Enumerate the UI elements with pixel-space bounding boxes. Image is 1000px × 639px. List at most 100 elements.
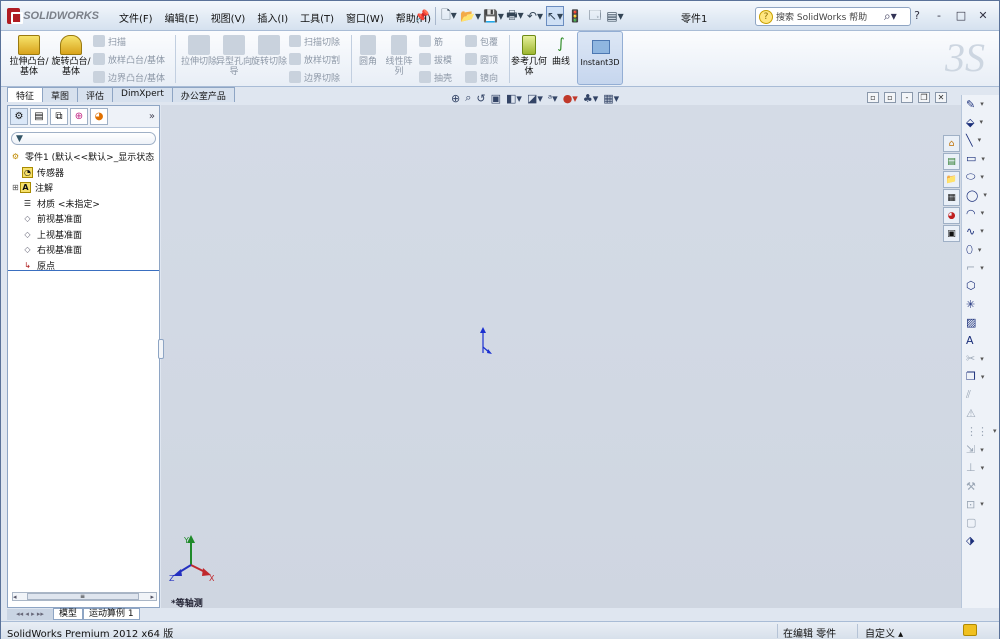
linear-pattern-button[interactable]: 线性阵列 xyxy=(383,35,415,77)
menu-insert[interactable]: 插入(I) xyxy=(251,10,294,25)
revolve-cut-button[interactable]: 旋转切除 xyxy=(249,35,289,67)
solidworks-resources-icon[interactable]: ⌂ xyxy=(943,135,960,152)
viewport-split-icon[interactable]: ▫ xyxy=(884,92,896,103)
viewport-restore-icon[interactable]: ❐ xyxy=(918,92,930,103)
zoom-to-area-icon[interactable]: ⌕ xyxy=(465,91,471,105)
configurationmanager-tab-icon[interactable]: ⧉ xyxy=(50,108,68,125)
tree-root-part[interactable]: ⚙ 零件1 (默认<<默认>_显示状态 xyxy=(10,149,159,165)
tree-item-top-plane[interactable]: ◇ 上视基准面 xyxy=(10,227,159,243)
file-explorer-icon[interactable]: 📁 xyxy=(943,171,960,188)
mirror-button[interactable]: 镜向 xyxy=(465,69,498,85)
ellipse-tool-icon[interactable]: ⬯ ▾ xyxy=(962,241,999,259)
scroll-left-icon[interactable]: ◂ xyxy=(13,593,17,601)
display-delete-relations-icon[interactable]: ⊥ ▾ xyxy=(962,459,999,477)
close-button[interactable]: ✕ xyxy=(975,7,991,23)
displaymanager-tab-icon[interactable]: ◕ xyxy=(90,108,108,125)
featuremanager-tab-icon[interactable]: ⚙ xyxy=(10,108,28,125)
previous-view-icon[interactable]: ↺ xyxy=(476,92,485,105)
tree-item-front-plane[interactable]: ◇ 前视基准面 xyxy=(10,211,159,227)
menu-view[interactable]: 视图(V) xyxy=(205,10,252,25)
appearances-scenes-icon[interactable]: ◕ xyxy=(943,207,960,224)
instant3d-button[interactable]: Instant3D xyxy=(577,31,623,85)
lofted-cut-button[interactable]: 放样切割 xyxy=(289,51,340,67)
rib-button[interactable]: 筋 xyxy=(419,33,443,49)
offset-entities-icon[interactable]: ⫽ xyxy=(962,386,999,404)
tree-item-annotations[interactable]: ⊞ A 注解 xyxy=(10,180,159,196)
view-orientation-icon[interactable]: ◧▾ xyxy=(506,92,522,105)
tab-sketch[interactable]: 草图 xyxy=(42,87,79,102)
rebuild-status-icon[interactable] xyxy=(963,624,977,636)
help-search[interactable]: ? ⌕▾ xyxy=(755,7,911,26)
rebuild-icon[interactable]: 🚦 xyxy=(566,6,584,26)
hide-show-items-icon[interactable]: ᵃ▾ xyxy=(548,92,558,105)
custom-properties-icon[interactable]: ▣ xyxy=(943,225,960,242)
maximize-button[interactable]: □ xyxy=(953,7,969,23)
print-icon[interactable]: 🖶▾ xyxy=(506,6,524,26)
help-button[interactable]: ? xyxy=(909,7,925,23)
select-pointer-icon[interactable]: ↖▾ xyxy=(545,6,565,26)
revolve-boss-button[interactable]: 旋转凸台/基体 xyxy=(51,35,91,77)
menu-edit[interactable]: 编辑(E) xyxy=(159,10,205,25)
menu-file[interactable]: 文件(F) xyxy=(113,10,159,25)
viewport-close-icon[interactable]: ✕ xyxy=(935,92,947,103)
design-library-icon[interactable]: ▤ xyxy=(943,153,960,170)
instant2d-icon[interactable]: ⬗ xyxy=(962,532,999,550)
menu-tools[interactable]: 工具(T) xyxy=(294,10,340,25)
scroll-right-icon[interactable]: ▸ xyxy=(150,593,154,601)
sweep-button[interactable]: 扫描 xyxy=(93,33,126,49)
rapid-sketch-icon[interactable]: ▢ xyxy=(962,513,999,531)
slot-tool-icon[interactable]: ⬭ ▾ xyxy=(962,168,999,186)
curves-button[interactable]: ∫ 曲线 xyxy=(547,35,575,67)
tree-item-material[interactable]: ☰ 材质 <未指定> xyxy=(10,196,159,212)
menu-window[interactable]: 窗口(W) xyxy=(340,10,390,25)
trim-entities-icon[interactable]: ✂ ▾ xyxy=(962,350,999,368)
save-icon[interactable]: 💾▾ xyxy=(483,6,504,26)
draft-button[interactable]: 拔模 xyxy=(419,51,452,67)
line-tool-icon[interactable]: ╲ ▾ xyxy=(962,131,999,149)
fillet-sketch-icon[interactable]: ⌐ ▾ xyxy=(962,259,999,277)
wrap-button[interactable]: 包覆 xyxy=(465,33,498,49)
text-tool-icon[interactable]: A xyxy=(962,331,999,349)
move-entities-icon[interactable]: ⇲ ▾ xyxy=(962,441,999,459)
options-icon[interactable]: ▤▾ xyxy=(606,6,624,26)
tab-model[interactable]: 模型 xyxy=(53,608,84,620)
section-view-icon[interactable]: ▣ xyxy=(491,92,501,105)
viewport-single-icon[interactable]: ▫ xyxy=(867,92,879,103)
expand-icon[interactable]: ⊞ xyxy=(12,183,20,192)
linear-sketch-pattern-icon[interactable]: ⋮⋮ ▾ xyxy=(962,422,999,440)
spline-tool-icon[interactable]: ∿ ▾ xyxy=(962,222,999,240)
dimxpertmanager-tab-icon[interactable]: ⊕ xyxy=(70,108,88,125)
tab-evaluate[interactable]: 评估 xyxy=(77,87,114,102)
display-style-icon[interactable]: ◪▾ xyxy=(527,92,543,105)
convert-entities-icon[interactable]: ❐ ▾ xyxy=(962,368,999,386)
tab-motion-study[interactable]: 运动算例 1 xyxy=(83,608,140,620)
tree-item-sensors[interactable]: ◔ 传感器 xyxy=(10,165,159,181)
file-properties-icon[interactable]: 🗔 xyxy=(586,6,604,26)
tab-features[interactable]: 特征 xyxy=(7,87,44,102)
new-document-icon[interactable]: 🗋▾ xyxy=(440,6,458,26)
boundary-cut-button[interactable]: 边界切除 xyxy=(289,69,340,85)
view-settings-icon[interactable]: ▦▾ xyxy=(603,92,619,105)
tab-office-products[interactable]: 办公室产品 xyxy=(171,87,235,102)
extrude-cut-button[interactable]: 拉伸切除 xyxy=(179,35,219,67)
boundary-boss-button[interactable]: 边界凸台/基体 xyxy=(93,69,165,85)
plane-tool-icon[interactable]: ▨ xyxy=(962,313,999,331)
reference-geometry-button[interactable]: 参考几何体 xyxy=(511,35,547,77)
quick-snaps-icon[interactable]: ⊡ ▾ xyxy=(962,495,999,513)
loft-button[interactable]: 放样凸台/基体 xyxy=(93,51,165,67)
edit-appearance-icon[interactable]: ●▾ xyxy=(563,92,578,105)
tree-item-right-plane[interactable]: ◇ 右视基准面 xyxy=(10,242,159,258)
units-selector[interactable]: 自定义 ▴ xyxy=(865,625,903,639)
zoom-to-fit-icon[interactable]: ⊕ xyxy=(451,92,460,105)
propertymanager-tab-icon[interactable]: ▤ xyxy=(30,108,48,125)
graphics-area[interactable]: Y X Z *等轴测 xyxy=(161,105,961,609)
shell-button[interactable]: 抽壳 xyxy=(419,69,452,85)
tree-filter[interactable]: ▼ xyxy=(11,132,156,145)
hole-wizard-button[interactable]: 异型孔向导 xyxy=(214,35,254,77)
open-folder-icon[interactable]: 📂▾ xyxy=(460,6,481,26)
horizontal-scrollbar[interactable]: ◂ ≡ ▸ xyxy=(12,592,157,601)
circle-tool-icon[interactable]: ◯ ▾ xyxy=(962,186,999,204)
undo-icon[interactable]: ↶▾ xyxy=(526,6,544,26)
solidworks-logo[interactable]: SOLIDWORKS xyxy=(7,7,99,25)
point-tool-icon[interactable]: ✳ xyxy=(962,295,999,313)
